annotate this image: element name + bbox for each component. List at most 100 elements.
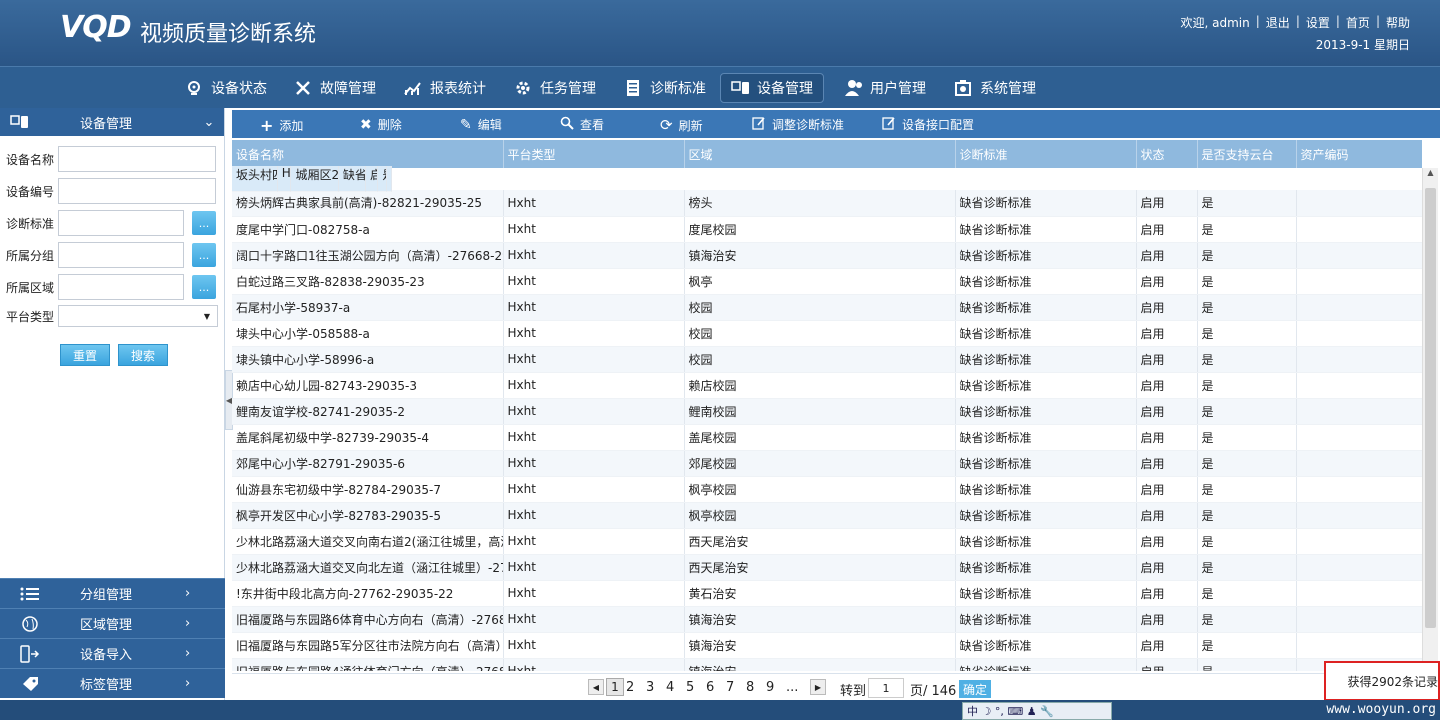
table-row[interactable]: 少林北路荔涵大道交叉向南右道2(涵江往城里，高清) Hxht 西天尾治安 缺省诊断标准… bbox=[232, 528, 1422, 555]
nav-diagnosis-standard[interactable]: 诊断标准 bbox=[614, 73, 716, 103]
add-button[interactable]: + 添加 bbox=[260, 116, 303, 135]
table-row[interactable]: 埭头中心小学-058588-a Hxht 校园 缺省诊断标准 启用是 bbox=[232, 320, 1422, 347]
cell-ptz: 是 bbox=[1197, 554, 1297, 581]
table-row[interactable]: 少林北路荔涵大道交叉向北左道（涵江往城里）-27 Hxht 西天尾治安 缺省诊断标准启… bbox=[232, 554, 1422, 581]
settings-link[interactable]: 设置 bbox=[1306, 14, 1330, 31]
dropdown-arrow-icon: ▼ bbox=[203, 311, 210, 321]
sidebar-item-group-management[interactable]: 分组管理 › bbox=[0, 578, 225, 608]
cell-platform: Hxht bbox=[503, 346, 685, 373]
view-button[interactable]: 查看 bbox=[560, 116, 604, 133]
table-row[interactable]: 阔口十字路口1往玉湖公园方向（高清）-27668-29035 Hxht 镇海治安 缺省… bbox=[232, 242, 1422, 269]
table-row[interactable]: 旧福厦路与东园路6体育中心方向右（高清）-27682 Hxht 镇海治安 缺省诊断标准… bbox=[232, 606, 1422, 633]
chevron-right-icon: › bbox=[185, 616, 191, 631]
pagination: ◀ 1 2 3 4 5 6 7 8 9... ▶ 转到 1 页/ 146 确定 bbox=[232, 673, 1440, 701]
cell-device-name: 旧福厦路与东园路6体育中心方向右（高清）-27682 bbox=[232, 606, 504, 633]
column-header-platform[interactable]: 平台类型 bbox=[503, 140, 685, 168]
diagnosis-standard-input[interactable] bbox=[58, 210, 184, 236]
cell-region: 校园 bbox=[684, 320, 956, 347]
logout-link[interactable]: 退出 bbox=[1266, 14, 1290, 31]
page-ellipsis[interactable]: ... bbox=[786, 680, 798, 695]
column-header-asset-code[interactable]: 资产编码 bbox=[1296, 140, 1422, 168]
nav-fault-management[interactable]: 故障管理 bbox=[284, 73, 386, 103]
nav-device-management[interactable]: 设备管理 bbox=[720, 73, 824, 103]
nav-device-status[interactable]: 设备状态 bbox=[175, 73, 277, 103]
cell-region: 鲤南校园 bbox=[684, 398, 956, 425]
page-7[interactable]: 7 bbox=[726, 680, 734, 695]
table-row[interactable]: 旧福厦路与东园路5军分区往市法院方向右（高清） Hxht 镇海治安 缺省诊断标准 启用是 bbox=[232, 632, 1422, 659]
page-4[interactable]: 4 bbox=[666, 680, 674, 695]
help-link[interactable]: 帮助 bbox=[1386, 14, 1410, 31]
table-row[interactable]: 石尾村小学-58937-a Hxht 校园 缺省诊断标准 启用是 bbox=[232, 294, 1422, 321]
cell-platform: Hxht bbox=[503, 450, 685, 477]
interface-config-button[interactable]: 设备接口配置 bbox=[882, 116, 974, 133]
prev-page-button[interactable]: ◀ bbox=[588, 679, 604, 695]
table-row[interactable]: 枫亭开发区中心小学-82783-29035-5 Hxht 枫亭校园 缺省诊断标准 启用是 bbox=[232, 502, 1422, 529]
page-6[interactable]: 6 bbox=[706, 680, 714, 695]
scroll-up-icon[interactable]: ▲ bbox=[1423, 168, 1438, 184]
column-header-ptz[interactable]: 是否支持云台 bbox=[1197, 140, 1297, 168]
cell-device-name: 鲤南友谊学校-82741-29035-2 bbox=[232, 398, 504, 425]
page-3[interactable]: 3 bbox=[646, 680, 654, 695]
column-header-standard[interactable]: 诊断标准 bbox=[955, 140, 1137, 168]
table-row[interactable]: 榜头炳辉古典家具前(高清)-82821-29035-25 Hxht 榜头 缺省诊断标准… bbox=[232, 190, 1422, 217]
cell-region: 镇海治安 bbox=[684, 242, 956, 269]
refresh-button[interactable]: ⟳ 刷新 bbox=[660, 116, 703, 134]
page-5[interactable]: 5 bbox=[686, 680, 694, 695]
standard-picker-button[interactable]: ... bbox=[192, 211, 216, 235]
table-scrollbar[interactable]: ▲ bbox=[1422, 168, 1438, 671]
home-link[interactable]: 首页 bbox=[1346, 14, 1370, 31]
reset-button[interactable]: 重置 bbox=[60, 344, 111, 366]
device-name-input[interactable] bbox=[58, 146, 216, 172]
sidebar-item-region-management[interactable]: 区域管理 › bbox=[0, 608, 225, 638]
delete-button[interactable]: ✖ 删除 bbox=[360, 116, 402, 133]
nav-task-management[interactable]: 任务管理 bbox=[504, 73, 606, 103]
table-row[interactable]: 赖店中心幼儿园-82743-29035-3 Hxht 赖店校园 缺省诊断标准 启用是 bbox=[232, 372, 1422, 399]
column-header-status[interactable]: 状态 bbox=[1136, 140, 1198, 168]
region-input[interactable] bbox=[58, 274, 184, 300]
page-9[interactable]: 9 bbox=[766, 680, 774, 695]
cell-device-name: 埭头镇中心小学-58996-a bbox=[232, 346, 504, 373]
device-code-input[interactable] bbox=[58, 178, 216, 204]
table-row[interactable]: 郊尾中心小学-82791-29035-6 Hxht 郊尾校园 缺省诊断标准 启用是 bbox=[232, 450, 1422, 477]
table-row[interactable]: 白蛇过路三叉路-82838-29035-23 Hxht 枫亭 缺省诊断标准 启用是 bbox=[232, 268, 1422, 295]
group-picker-button[interactable]: ... bbox=[192, 243, 216, 267]
table-row[interactable]: 盖尾斜尾初级中学-82739-29035-4 Hxht 盖尾校园 缺省诊断标准 启用是 bbox=[232, 424, 1422, 451]
table-row[interactable]: 坂头村四叉路-058037-cHxht城厢区2013新建综治监控缺省诊断标准启用… bbox=[232, 166, 392, 192]
platform-select[interactable]: ▼ bbox=[58, 305, 218, 327]
nav-user-management[interactable]: 用户管理 bbox=[834, 73, 936, 103]
nav-report-stats[interactable]: 报表统计 bbox=[394, 73, 496, 103]
sidebar-header[interactable]: 设备管理 ⌄ bbox=[0, 108, 224, 136]
page-8[interactable]: 8 bbox=[746, 680, 754, 695]
cell-ptz: 是 bbox=[1197, 658, 1297, 671]
sidebar-item-tag-management[interactable]: 标签管理 › bbox=[0, 668, 225, 698]
page-1[interactable]: 1 bbox=[606, 678, 624, 696]
table-row[interactable]: !东井街中段北高方向-27762-29035-22 Hxht 黄石治安 缺省诊断标准启… bbox=[232, 580, 1422, 607]
column-header-region[interactable]: 区域 bbox=[684, 140, 956, 168]
region-picker-button[interactable]: ... bbox=[192, 275, 216, 299]
cell-platform: Hxht bbox=[503, 476, 685, 503]
welcome-text: 欢迎, admin bbox=[1180, 16, 1250, 30]
sidebar-item-device-import[interactable]: 设备导入 › bbox=[0, 638, 225, 668]
cell-asset-code bbox=[1296, 554, 1422, 581]
table-row[interactable]: 度尾中学门口-082758-a Hxht 度尾校园 缺省诊断标准 启用是 bbox=[232, 216, 1422, 243]
table-row[interactable]: 仙游县东宅初级中学-82784-29035-7 Hxht 枫亭校园 缺省诊断标准 启用是 bbox=[232, 476, 1422, 503]
cell-platform: Hxht bbox=[503, 606, 685, 633]
cell-status: 启用 bbox=[1136, 476, 1198, 503]
edit-button[interactable]: ✎ 编辑 bbox=[460, 116, 502, 133]
next-page-button[interactable]: ▶ bbox=[810, 679, 826, 695]
search-button[interactable]: 搜索 bbox=[118, 344, 169, 366]
confirm-button[interactable]: 确定 bbox=[959, 680, 992, 698]
scrollbar-thumb[interactable] bbox=[1425, 188, 1436, 628]
goto-page-input[interactable]: 1 bbox=[868, 678, 904, 698]
column-header-device-name[interactable]: 设备名称 bbox=[232, 140, 504, 168]
table-row[interactable]: 鲤南友谊学校-82741-29035-2 Hxht 鲤南校园 缺省诊断标准 启用是 bbox=[232, 398, 1422, 425]
adjust-standard-button[interactable]: 调整诊断标准 bbox=[752, 116, 844, 133]
table-row[interactable]: 埭头镇中心小学-58996-a Hxht 校园 缺省诊断标准 启用是 bbox=[232, 346, 1422, 373]
webcam-icon bbox=[185, 79, 203, 97]
table-row[interactable]: 旧福厦路与东园路4通往体育门方向（高清）-2768Hxht镇海治安缺省诊断标准启… bbox=[232, 658, 1422, 671]
page-2[interactable]: 2 bbox=[626, 680, 634, 695]
cell-standard: 缺省诊断标准 bbox=[955, 580, 1137, 607]
nav-system-management[interactable]: 系统管理 bbox=[944, 73, 1046, 103]
ime-toolbar[interactable]: 中 ☽ °, ⌨ ♟ 🔧 bbox=[962, 702, 1112, 720]
group-input[interactable] bbox=[58, 242, 184, 268]
